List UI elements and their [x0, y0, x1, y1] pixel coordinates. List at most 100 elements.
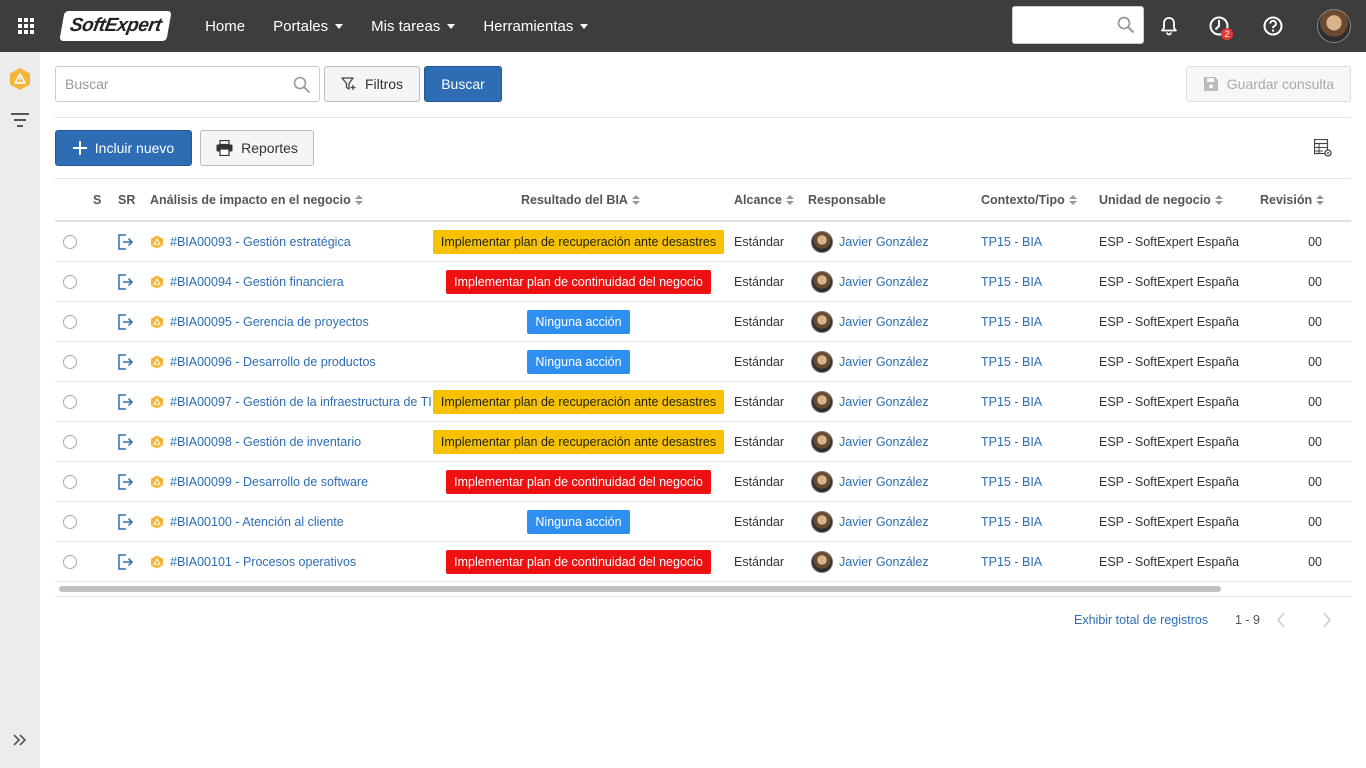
- context-link[interactable]: TP15 - BIA: [981, 475, 1042, 489]
- open-record-icon[interactable]: [116, 273, 134, 291]
- col-result[interactable]: Resultado del BIA: [521, 193, 640, 207]
- show-total-link[interactable]: Exhibir total de registros: [1074, 610, 1208, 630]
- reports-button[interactable]: Reportes: [200, 130, 314, 166]
- analysis-link[interactable]: #BIA00098 - Gestión de inventario: [150, 435, 361, 449]
- col-context[interactable]: Contexto/Tipo: [981, 193, 1077, 207]
- next-page-icon[interactable]: [1322, 610, 1332, 630]
- table-row[interactable]: #BIA00095 - Gerencia de proyectos Ninguna…: [55, 302, 1351, 342]
- row-select-radio[interactable]: [63, 354, 77, 369]
- responsible-link[interactable]: Javier González: [811, 510, 929, 533]
- row-select-radio[interactable]: [63, 434, 77, 449]
- responsible-link[interactable]: Javier González: [811, 270, 929, 293]
- table-row[interactable]: #BIA00098 - Gestión de inventario Impleme…: [55, 422, 1351, 462]
- table-row[interactable]: #BIA00094 - Gestión financiera Implementa…: [55, 262, 1351, 302]
- analysis-link[interactable]: #BIA00096 - Desarrollo de productos: [150, 355, 376, 369]
- column-settings-icon[interactable]: [1313, 138, 1332, 157]
- table-row[interactable]: #BIA00093 - Gestión estratégica Implement…: [55, 222, 1351, 262]
- responsible-link[interactable]: Javier González: [811, 350, 929, 373]
- open-record-icon[interactable]: [116, 313, 134, 331]
- nav-item-portales[interactable]: Portales: [259, 0, 357, 52]
- col-analysis[interactable]: Análisis de impacto en el negocio: [150, 193, 363, 207]
- analysis-link[interactable]: #BIA00094 - Gestión financiera: [150, 275, 344, 289]
- row-select-radio[interactable]: [63, 394, 77, 409]
- add-new-button[interactable]: Incluir nuevo: [55, 130, 192, 166]
- bia-module-icon[interactable]: [8, 67, 32, 91]
- analysis-link[interactable]: #BIA00101 - Procesos operativos: [150, 555, 356, 569]
- row-select-radio[interactable]: [63, 274, 77, 289]
- open-record-icon[interactable]: [116, 473, 134, 491]
- table-row[interactable]: #BIA00096 - Desarrollo de productos Ningu…: [55, 342, 1351, 382]
- context-link[interactable]: TP15 - BIA: [981, 275, 1042, 289]
- table-row[interactable]: #BIA00101 - Procesos operativos Implement…: [55, 542, 1351, 582]
- nav-item-mis-tareas[interactable]: Mis tareas: [357, 0, 469, 52]
- responsible-link[interactable]: Javier González: [811, 470, 929, 493]
- nav-item-home[interactable]: Home: [191, 0, 259, 52]
- table-row[interactable]: #BIA00097 - Gestión de la infraestructur…: [55, 382, 1351, 422]
- table-row[interactable]: #BIA00099 - Desarrollo de software Implem…: [55, 462, 1351, 502]
- horizontal-scrollbar[interactable]: [55, 584, 1351, 594]
- analysis-link[interactable]: #BIA00100 - Atención al cliente: [150, 515, 344, 529]
- bia-status-icon: [150, 315, 170, 329]
- table-top-divider: [55, 178, 1351, 179]
- search-input[interactable]: [56, 67, 284, 101]
- sort-icon: [1068, 195, 1077, 205]
- search-button[interactable]: Buscar: [424, 66, 502, 102]
- responsible-link[interactable]: Javier González: [811, 230, 929, 253]
- expand-rail-icon[interactable]: [8, 728, 32, 752]
- brand-logo[interactable]: SoftExpert: [59, 11, 172, 41]
- responsible-link[interactable]: Javier González: [811, 430, 929, 453]
- search-icon[interactable]: [1117, 16, 1135, 37]
- col-scope[interactable]: Alcance: [734, 193, 794, 207]
- context-link[interactable]: TP15 - BIA: [981, 435, 1042, 449]
- row-select-radio[interactable]: [63, 514, 77, 529]
- col-unit[interactable]: Unidad de negocio: [1099, 193, 1223, 207]
- responsible-link[interactable]: Javier González: [811, 550, 929, 573]
- unit-text: ESP - SoftExpert España: [1099, 354, 1240, 369]
- analysis-link[interactable]: #BIA00099 - Desarrollo de software: [150, 475, 368, 489]
- col-revision[interactable]: Revisión: [1260, 193, 1325, 207]
- table-row[interactable]: #BIA00100 - Atención al cliente Ninguna a…: [55, 502, 1351, 542]
- context-link[interactable]: TP15 - BIA: [981, 555, 1042, 569]
- col-s: S: [93, 193, 102, 207]
- responsible-link[interactable]: Javier González: [811, 310, 929, 333]
- bell-icon[interactable]: [1155, 12, 1183, 40]
- analysis-link[interactable]: #BIA00095 - Gerencia de proyectos: [150, 315, 369, 329]
- search-icon[interactable]: [293, 76, 311, 97]
- global-search-input[interactable]: [1013, 7, 1113, 43]
- analysis-link[interactable]: #BIA00097 - Gestión de la infraestructur…: [150, 395, 432, 409]
- open-record-icon[interactable]: [116, 393, 134, 411]
- prev-page-icon[interactable]: [1276, 610, 1286, 630]
- row-select-radio[interactable]: [63, 314, 77, 329]
- responsible-link[interactable]: Javier González: [811, 390, 929, 413]
- task-alert-icon[interactable]: 2: [1205, 12, 1233, 40]
- apps-grid-icon[interactable]: [0, 0, 52, 52]
- avatar: [811, 390, 833, 413]
- open-record-icon[interactable]: [116, 513, 134, 531]
- context-link[interactable]: TP15 - BIA: [981, 315, 1042, 329]
- context-link[interactable]: TP15 - BIA: [981, 515, 1042, 529]
- bia-result: Ninguna acción: [438, 349, 719, 374]
- search-field[interactable]: [55, 66, 320, 102]
- user-avatar[interactable]: [1317, 9, 1351, 43]
- row-select-radio[interactable]: [63, 474, 77, 489]
- scrollbar-thumb[interactable]: [59, 586, 1221, 592]
- context-link[interactable]: TP15 - BIA: [981, 355, 1042, 369]
- filters-button[interactable]: Filtros: [324, 66, 420, 102]
- help-icon[interactable]: [1259, 12, 1287, 40]
- bia-status-icon: [150, 355, 170, 369]
- filter-icon[interactable]: [8, 108, 32, 132]
- row-select-radio[interactable]: [63, 234, 77, 249]
- open-record-icon[interactable]: [116, 433, 134, 451]
- nav-item-herramientas[interactable]: Herramientas: [469, 0, 602, 52]
- context-link[interactable]: TP15 - BIA: [981, 395, 1042, 409]
- context-link[interactable]: TP15 - BIA: [981, 235, 1042, 249]
- save-query-button[interactable]: Guardar consulta: [1186, 66, 1351, 102]
- global-search[interactable]: [1012, 6, 1144, 44]
- row-select-radio[interactable]: [63, 554, 77, 569]
- open-record-icon[interactable]: [116, 353, 134, 371]
- bia-status-icon: [150, 475, 170, 489]
- open-record-icon[interactable]: [116, 233, 134, 251]
- open-record-icon[interactable]: [116, 553, 134, 571]
- sort-icon: [354, 195, 363, 205]
- analysis-link[interactable]: #BIA00093 - Gestión estratégica: [150, 235, 351, 249]
